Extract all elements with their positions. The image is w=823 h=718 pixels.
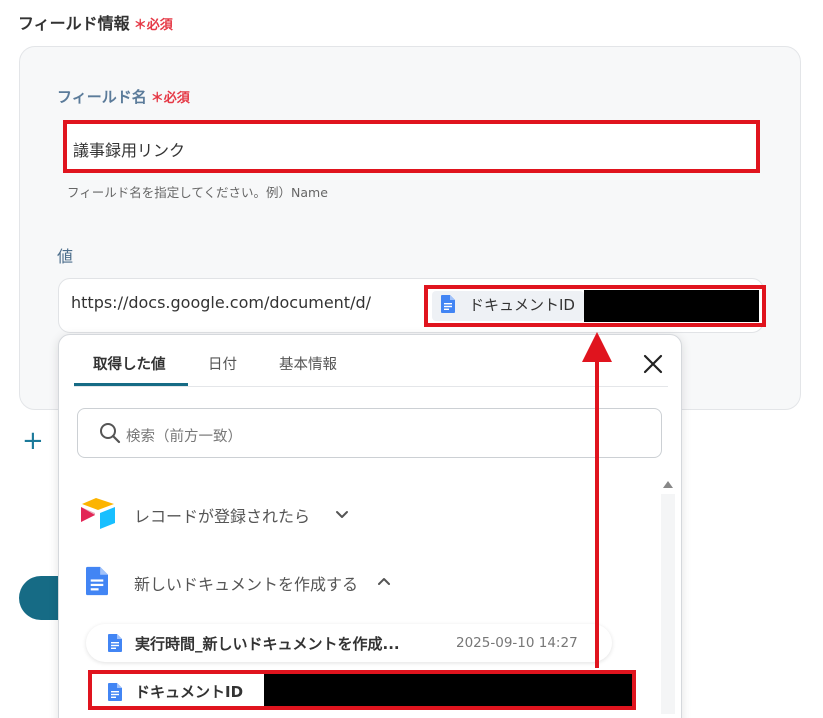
chevron-up-icon[interactable]: [376, 573, 392, 589]
scrollbar-track[interactable]: [661, 494, 675, 714]
redacted-block: [584, 290, 759, 322]
tab-basic-info[interactable]: 基本情報: [279, 353, 337, 374]
tab-retrieved-values[interactable]: 取得した値: [93, 353, 166, 374]
close-icon[interactable]: [640, 351, 666, 377]
value-label: 値: [57, 247, 74, 266]
scroll-up-icon[interactable]: [663, 481, 673, 488]
section-title-text: フィールド情報: [18, 14, 130, 33]
tab-date[interactable]: 日付: [208, 353, 237, 374]
field-name-input[interactable]: 議事録用リンク: [63, 120, 760, 173]
required-asterisk: ＊: [133, 18, 147, 33]
list-item-timestamp: 2025-09-10 14:27: [456, 635, 578, 651]
redacted-block: [264, 674, 632, 706]
airtable-icon: [81, 498, 115, 529]
search-icon: [100, 423, 121, 444]
list-item-label: ドキュメントID: [135, 683, 244, 701]
group-create-document[interactable]: 新しいドキュメントを作成する: [134, 571, 358, 595]
field-name-label: フィールド名 ＊必須: [57, 86, 190, 107]
google-docs-icon: [86, 566, 108, 596]
field-name-required-text: 必須: [163, 91, 190, 106]
group-record-registered[interactable]: レコードが登録されたら: [134, 503, 310, 527]
google-docs-icon: [108, 683, 122, 701]
search-placeholder: 検索（前方一致）: [126, 429, 242, 445]
section-title: フィールド情報 ＊必須: [18, 10, 173, 34]
google-docs-icon: [108, 634, 122, 652]
field-name-required-asterisk: ＊: [150, 91, 164, 106]
chevron-down-icon[interactable]: [334, 507, 350, 523]
field-name-hint: フィールド名を指定してください。例）Name: [67, 185, 328, 200]
add-icon[interactable]: +: [22, 428, 44, 454]
google-docs-icon: [441, 295, 455, 313]
list-item-label: 実行時間_新しいドキュメントを作成...: [135, 635, 400, 653]
tab-divider: [74, 386, 668, 387]
active-tab-indicator: [74, 383, 188, 386]
value-chip-label: ドキュメントID: [469, 296, 575, 314]
field-name-label-text: フィールド名: [57, 88, 147, 106]
required-badge: ＊必須: [134, 18, 173, 33]
required-text: 必須: [146, 18, 173, 33]
field-name-required: ＊必須: [151, 91, 190, 106]
value-url-text: https://docs.google.com/document/d/: [71, 293, 372, 312]
